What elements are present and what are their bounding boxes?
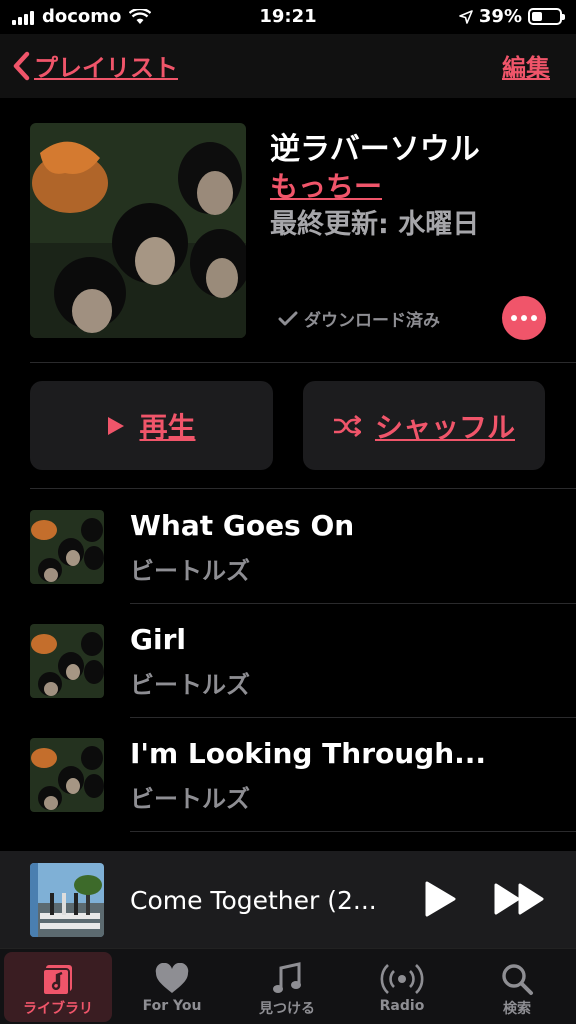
track-row[interactable]: What Goes On ビートルズ bbox=[0, 495, 576, 609]
playlist-updated: 最終更新: 水曜日 bbox=[270, 209, 480, 240]
radio-icon bbox=[380, 964, 424, 994]
play-button[interactable]: 再生 bbox=[30, 381, 273, 470]
mini-player[interactable]: Come Together (2... bbox=[0, 851, 576, 948]
navigation-bar: プレイリスト 編集 bbox=[0, 34, 576, 98]
tab-bar: ライブラリ For You 見つける Radio 検索 bbox=[0, 948, 576, 1024]
play-button-label: 再生 bbox=[139, 410, 196, 444]
tab-search-label: 検索 bbox=[503, 1001, 531, 1017]
track-row[interactable]: I'm Looking Through... ビートルズ bbox=[0, 723, 576, 837]
tab-for-you[interactable]: For You bbox=[118, 952, 226, 1022]
battery-percent: 39% bbox=[478, 6, 522, 27]
playlist-title: 逆ラバーソウル bbox=[270, 132, 480, 167]
back-button[interactable]: プレイリスト bbox=[12, 48, 178, 83]
divider bbox=[30, 362, 576, 363]
status-bar: docomo 19:21 39% bbox=[0, 0, 576, 34]
heart-icon bbox=[155, 963, 189, 993]
track-artwork bbox=[30, 738, 104, 812]
skip-forward-button[interactable] bbox=[494, 883, 546, 915]
divider bbox=[130, 603, 576, 604]
search-icon bbox=[502, 964, 533, 995]
track-artist: ビートルズ bbox=[130, 671, 250, 699]
track-title: I'm Looking Through... bbox=[130, 737, 487, 770]
download-status-label: ダウンロード済み bbox=[304, 311, 440, 331]
checkmark-icon bbox=[278, 311, 298, 325]
track-title: What Goes On bbox=[130, 509, 355, 542]
more-options-button[interactable] bbox=[502, 296, 546, 340]
now-playing-artwork bbox=[30, 863, 104, 937]
playlist-owner-link[interactable]: もっちー bbox=[270, 165, 382, 205]
location-arrow-icon bbox=[459, 9, 473, 24]
back-button-label: プレイリスト bbox=[34, 54, 178, 82]
playlist-cover-art bbox=[30, 123, 246, 338]
track-artwork bbox=[30, 624, 104, 698]
divider bbox=[30, 488, 576, 489]
track-artist: ビートルズ bbox=[130, 557, 250, 585]
more-icon bbox=[511, 315, 537, 321]
library-icon bbox=[42, 965, 72, 996]
tab-for-you-label: For You bbox=[142, 998, 202, 1014]
tab-browse[interactable]: 見つける bbox=[233, 952, 341, 1022]
tab-library-label: ライブラリ bbox=[23, 1001, 93, 1017]
shuffle-button-label: シャッフル bbox=[374, 410, 515, 444]
now-playing-title: Come Together (2... bbox=[130, 886, 377, 915]
tab-radio-label: Radio bbox=[379, 998, 425, 1014]
shuffle-icon bbox=[333, 414, 361, 437]
status-right: 39% bbox=[459, 6, 565, 27]
track-title: Girl bbox=[130, 623, 186, 656]
track-artwork bbox=[30, 510, 104, 584]
divider bbox=[130, 717, 576, 718]
play-icon bbox=[108, 416, 125, 435]
tab-library[interactable]: ライブラリ bbox=[4, 952, 112, 1022]
track-artist: ビートルズ bbox=[130, 785, 250, 813]
chevron-left-icon bbox=[13, 51, 30, 80]
play-pause-button[interactable] bbox=[424, 881, 456, 917]
track-row[interactable]: Girl ビートルズ bbox=[0, 609, 576, 723]
download-status: ダウンロード済み bbox=[278, 306, 440, 331]
tab-browse-label: 見つける bbox=[259, 1001, 315, 1017]
music-note-icon bbox=[273, 962, 301, 993]
edit-button[interactable]: 編集 bbox=[502, 48, 550, 83]
battery-icon bbox=[528, 8, 565, 25]
shuffle-button[interactable]: シャッフル bbox=[303, 381, 545, 470]
tab-radio[interactable]: Radio bbox=[348, 952, 456, 1022]
tab-search[interactable]: 検索 bbox=[463, 952, 571, 1022]
divider bbox=[130, 831, 576, 832]
